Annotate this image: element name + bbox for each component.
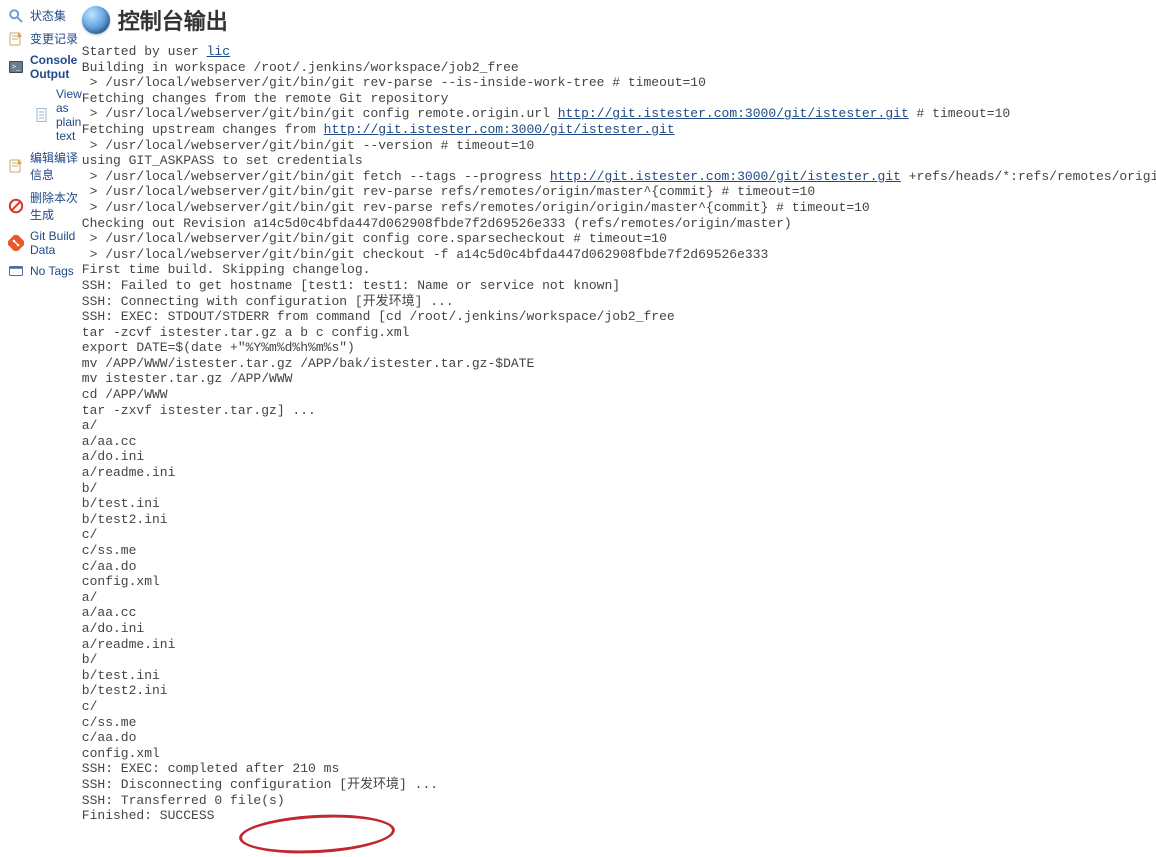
notepad-icon (8, 158, 24, 174)
sidebar-item-label: No Tags (30, 264, 74, 278)
main-content: 控制台输出 Started by user lic Building in wo… (82, 0, 1156, 849)
page-heading: 控制台输出 (82, 4, 1156, 36)
console-link[interactable]: http://git.istester.com:3000/git/isteste… (558, 106, 909, 121)
console-link[interactable]: http://git.istester.com:3000/git/isteste… (550, 169, 901, 184)
sidebar-item-label: View as plain text (56, 87, 82, 143)
status-ball-icon (82, 6, 110, 34)
console-link[interactable]: http://git.istester.com:3000/git/isteste… (324, 122, 675, 137)
page-title: 控制台输出 (118, 4, 228, 36)
sidebar: 状态集 变更记录 >_ Console Output View as plain… (0, 0, 82, 849)
document-icon (34, 107, 50, 123)
sidebar-item-label: Git Build Data (30, 229, 82, 257)
sidebar-item-label: 删除本次生成 (30, 189, 82, 223)
git-icon (8, 235, 24, 251)
sidebar-item-plain-text[interactable]: View as plain text (8, 84, 82, 146)
sidebar-item-no-tags[interactable]: No Tags (8, 260, 82, 282)
card-icon (8, 263, 24, 279)
no-sign-icon (8, 198, 24, 214)
sidebar-item-delete-build[interactable]: 删除本次生成 (8, 186, 82, 226)
sidebar-item-edit-build-info[interactable]: 编辑编译信息 (8, 146, 82, 186)
console-output: Started by user lic Building in workspac… (82, 44, 1156, 824)
sidebar-item-console-output[interactable]: >_ Console Output (8, 50, 82, 84)
svg-text:>_: >_ (12, 64, 20, 71)
notepad-icon (8, 31, 24, 47)
sidebar-item-label: 状态集 (30, 7, 66, 24)
search-icon (8, 8, 24, 24)
sidebar-item-label: 编辑编译信息 (30, 149, 82, 183)
console-link[interactable]: lic (207, 44, 230, 59)
terminal-icon: >_ (8, 59, 24, 75)
sidebar-item-label: Console Output (30, 53, 82, 81)
sidebar-item-label: 变更记录 (30, 30, 78, 47)
sidebar-item-git-build-data[interactable]: Git Build Data (8, 226, 82, 260)
sidebar-item-status[interactable]: 状态集 (8, 4, 82, 27)
sidebar-item-changes[interactable]: 变更记录 (8, 27, 82, 50)
